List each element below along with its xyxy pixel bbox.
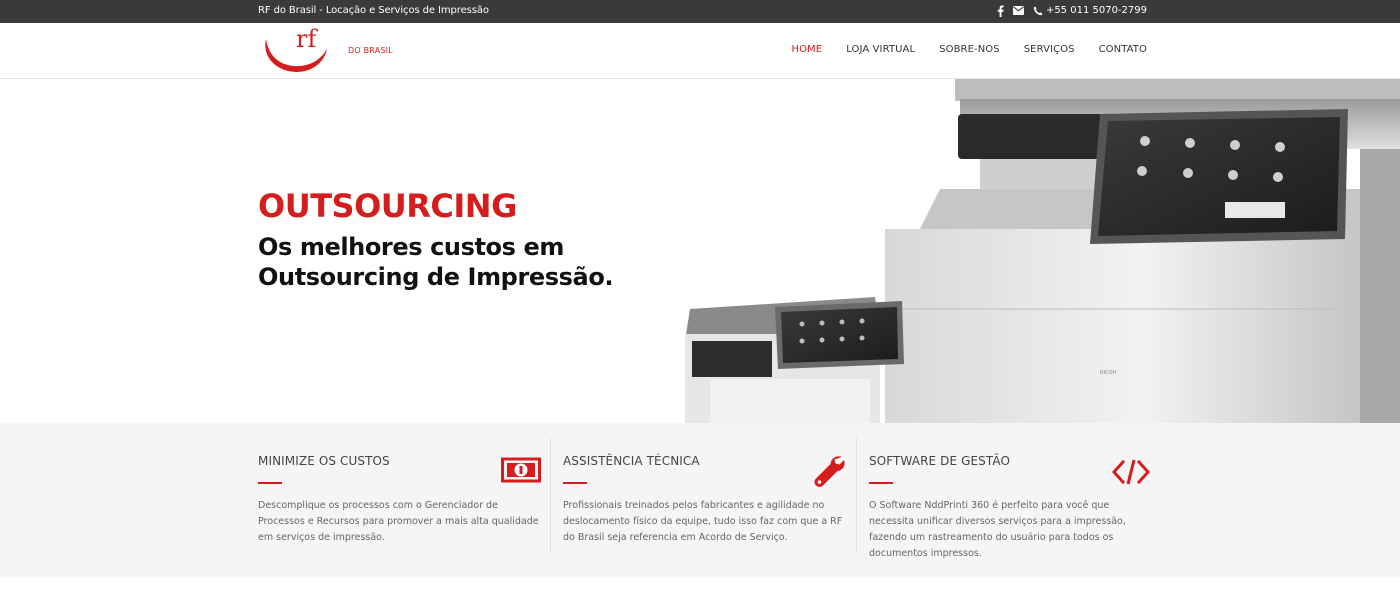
svg-text:RICOH: RICOH — [1100, 370, 1116, 376]
code-icon — [1112, 459, 1150, 485]
feature-divider — [856, 438, 857, 553]
nav-contato[interactable]: CONTATO — [1099, 44, 1147, 55]
nav-servicos[interactable]: SERVIÇOS — [1024, 44, 1075, 55]
hero-subtitle: Os melhores custos em Outsourcing de Imp… — [258, 233, 614, 291]
feature-divider — [550, 438, 551, 553]
nav-loja-virtual[interactable]: LOJA VIRTUAL — [846, 44, 915, 55]
nav-sobre-nos[interactable]: SOBRE-NOS — [939, 44, 1000, 55]
feature-title: MINIMIZE OS CUSTOS — [258, 454, 390, 468]
feature-text: O Software NddPrinti 360 é perfeito para… — [869, 500, 1126, 559]
phone-contact[interactable]: +55 011 5070-2799 — [1033, 5, 1147, 16]
logo-swoosh-icon — [265, 39, 327, 72]
feature-software-gestao: SOFTWARE DE GESTÃO O Software NddPrinti … — [869, 423, 1154, 577]
site-logo[interactable]: rf DO BRASIL — [260, 25, 400, 75]
top-bar: RF do Brasil - Locação e Serviços de Imp… — [0, 0, 1400, 23]
site-header: rf DO BRASIL HOME LOJA VIRTUAL SOBRE-NOS… — [0, 23, 1400, 79]
feature-title-underline — [563, 482, 587, 484]
email-icon[interactable] — [1012, 4, 1024, 17]
main-nav: HOME LOJA VIRTUAL SOBRE-NOS SERVIÇOS CON… — [791, 44, 1147, 55]
feature-title: ASSISTÊNCIA TÉCNICA — [563, 454, 700, 468]
top-contacts: +55 011 5070-2799 — [997, 4, 1147, 17]
features-section: MINIMIZE OS CUSTOS Descomplique os proce… — [0, 423, 1400, 577]
hero-title: OUTSOURCING — [258, 187, 517, 225]
phone-number: +55 011 5070-2799 — [1045, 5, 1147, 16]
wrench-icon — [814, 456, 845, 487]
feature-title-underline — [869, 482, 893, 484]
money-icon — [501, 457, 541, 483]
feature-minimize-custos: MINIMIZE OS CUSTOS Descomplique os proce… — [258, 423, 543, 577]
feature-text: Descomplique os processos com o Gerencia… — [258, 500, 539, 543]
logo-rf: rf — [296, 25, 317, 53]
phone-icon — [1033, 6, 1043, 15]
nav-home[interactable]: HOME — [791, 44, 822, 55]
site-tagline: RF do Brasil - Locação e Serviços de Imp… — [258, 5, 489, 16]
printers-image: RICOH — [685, 79, 1400, 423]
feature-assistencia-tecnica: ASSISTÊNCIA TÉCNICA Profissionais treina… — [563, 423, 848, 577]
feature-title: SOFTWARE DE GESTÃO — [869, 454, 1011, 468]
hero-banner: RICOH OUTSOURCING Os melhores custos em … — [0, 79, 1400, 423]
feature-title-underline — [258, 482, 282, 484]
feature-text: Profissionais treinados pelos fabricante… — [563, 500, 843, 543]
logo-subtitle: DO BRASIL — [348, 46, 393, 55]
facebook-icon[interactable] — [997, 4, 1004, 17]
